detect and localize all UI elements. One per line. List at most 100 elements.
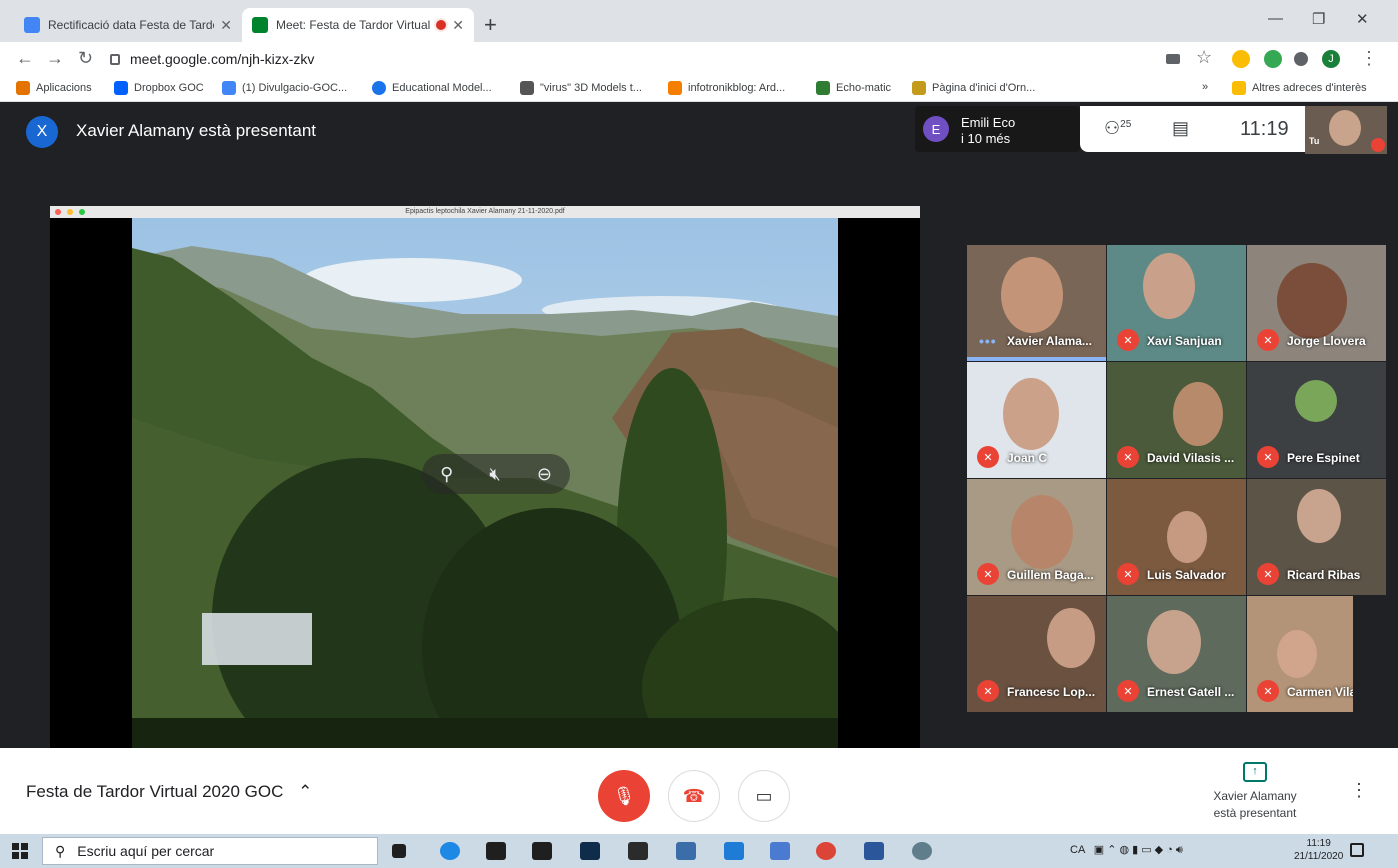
bookmark-educational[interactable]: Educational Model... [372, 81, 492, 95]
taskbar-date: 21/11/2020 [1294, 851, 1344, 862]
menu-icon[interactable]: ⋮ [1360, 48, 1378, 69]
participant-tile[interactable]: ✕ Jorge Llovera [1247, 245, 1386, 361]
restore-icon[interactable]: ❐ [1312, 10, 1325, 28]
address-bar[interactable]: meet.google.com/njh-kizx-zkv [110, 46, 1150, 72]
site-icon [816, 81, 830, 95]
word-icon[interactable] [864, 842, 884, 860]
participant-tile[interactable]: ✕ Luis Salvador [1107, 479, 1246, 595]
participant-tile[interactable]: ✕ Carmen Vilar... [1247, 596, 1353, 712]
bookmark-dropbox[interactable]: Dropbox GOC [114, 81, 204, 95]
bookmark-ornitologia[interactable]: Pàgina d'inici d'Orn... [912, 81, 1035, 95]
file-explorer-icon[interactable] [770, 842, 790, 860]
document-icon [24, 17, 40, 33]
participant-name: Luis Salvador [1147, 568, 1226, 582]
network-app-icon[interactable] [676, 842, 696, 860]
profile-avatar[interactable]: J [1322, 50, 1340, 68]
bookmark-infotronikblog[interactable]: infotronikblog: Ard... [668, 81, 785, 95]
remove-icon[interactable]: ⊖ [537, 464, 552, 485]
participant-tile[interactable]: ✕ Guillem Baga... [967, 479, 1106, 595]
search-placeholder: Escriu aquí per cercar [77, 843, 215, 859]
pdf-file-name: Epipactis leptochila Xavier Alamany 21-1… [405, 208, 565, 215]
participant-tile[interactable]: ✕ Francesc Lop... [967, 596, 1106, 712]
puzzle-icon[interactable] [1294, 52, 1308, 66]
meeting-details-button[interactable]: Festa de Tardor Virtual 2020 GOC ⌃ [26, 782, 312, 802]
participant-face [1143, 253, 1195, 319]
search-icon: ⚲ [55, 842, 66, 859]
shared-screen[interactable]: Epipactis leptochila Xavier Alamany 21-1… [50, 206, 920, 748]
pin-icon[interactable]: ⚲ [440, 464, 453, 485]
active-speaker-card[interactable]: E Emili Eco i 10 més [915, 106, 1080, 152]
url-text: meet.google.com/njh-kizx-zkv [130, 51, 315, 67]
participant-tile[interactable]: ✕ David Vilasis ... [1107, 362, 1246, 478]
windows-taskbar: ⚲ Escriu aquí per cercar CA ▣ ⌃ ◍ ▮ ▭ ◆ … [0, 834, 1398, 868]
bookmark-echomatic[interactable]: Echo-matic [816, 81, 891, 95]
bookmark-apps[interactable]: Aplicacions [16, 81, 92, 95]
bookmark-virus-models[interactable]: "virus" 3D Models t... [520, 81, 642, 95]
new-tab-button[interactable]: + [484, 12, 497, 38]
tile-overlay-toolbar: ⚲ 🔇︎ ⊖ [422, 454, 570, 494]
app-icon[interactable] [912, 842, 932, 860]
mute-icon[interactable]: 🔇︎ [489, 464, 500, 485]
participant-face [1011, 495, 1073, 569]
reload-icon[interactable]: ↻ [78, 48, 93, 69]
chat-icon[interactable]: ▤ [1172, 118, 1189, 139]
store-icon[interactable] [532, 842, 552, 860]
bookmark-other[interactable]: Altres adreces d'interès [1232, 81, 1367, 95]
participant-tile[interactable]: ✕ Joan C [967, 362, 1106, 478]
tab-meet[interactable]: Meet: Festa de Tardor Virtual ✕ [242, 8, 474, 42]
presenter-banner: Xavier Alamany està presentant [76, 121, 317, 140]
forward-icon[interactable]: → [46, 48, 64, 69]
apps-grid-icon [16, 81, 30, 95]
microphone-toggle-button[interactable]: 🎙︎ [598, 770, 650, 822]
self-view-tile[interactable]: Tu [1305, 106, 1387, 154]
hang-up-icon: ☎︎ [682, 785, 706, 806]
mic-off-icon [1371, 138, 1385, 152]
bookmarks-bar: Aplicacions Dropbox GOC (1) Divulgacio-G… [0, 76, 1398, 102]
presentation-status-button[interactable]: ↑ Xavier Alamany està presentant [1200, 762, 1310, 822]
extension-icon[interactable] [1264, 50, 1282, 68]
windows-start-icon[interactable] [12, 843, 28, 859]
participant-tile[interactable]: ✕ Pere Espinet [1247, 362, 1386, 478]
mail-icon[interactable] [486, 842, 506, 860]
tab-rectificacio[interactable]: Rectificació data Festa de Tardor ✕ [14, 8, 242, 42]
participant-face [1001, 257, 1063, 333]
more-options-icon[interactable]: ⋮ [1350, 780, 1368, 801]
bookmark-divulgacio[interactable]: (1) Divulgacio-GOC... [222, 81, 347, 95]
close-tab-icon[interactable]: ✕ [220, 17, 232, 34]
participant-name: Carmen Vilar... [1287, 685, 1353, 699]
terminal-icon[interactable] [628, 842, 648, 860]
dropbox-icon [114, 81, 128, 95]
edge-icon[interactable] [440, 842, 460, 860]
bookmarks-overflow-button[interactable]: » [1202, 81, 1208, 93]
star-icon[interactable]: ☆ [1196, 47, 1212, 68]
close-tab-icon[interactable]: ✕ [452, 17, 464, 34]
participant-tile[interactable]: ✕ Xavi Sanjuan [1107, 245, 1246, 361]
drive-icon[interactable] [1232, 50, 1250, 68]
app-icon[interactable] [724, 842, 744, 860]
lock-icon [110, 53, 120, 65]
photoshop-icon[interactable] [580, 842, 600, 860]
people-button[interactable]: ⚇25 [1104, 118, 1131, 139]
participant-grid: ••• Xavier Alama... ✕ Xavi Sanjuan ✕ Jor… [967, 245, 1387, 712]
browser-toolbar: ← → ↻ meet.google.com/njh-kizx-zkv ☆ J ⋮ [0, 42, 1398, 76]
pdf-title-bar: Epipactis leptochila Xavier Alamany 21-1… [50, 206, 920, 218]
camera-toggle-button[interactable]: ▭ [738, 770, 790, 822]
system-tray[interactable]: CA ▣ ⌃ ◍ ▮ ▭ ◆ ◔ 🔊︎ [1070, 843, 1183, 857]
close-dot-icon [55, 209, 61, 215]
camera-indicator-icon[interactable] [1166, 54, 1180, 64]
taskbar-search-box[interactable]: ⚲ Escriu aquí per cercar [42, 837, 378, 865]
chrome-icon[interactable] [816, 842, 836, 860]
task-view-icon[interactable] [392, 844, 406, 858]
participant-tile[interactable]: ✕ Ricard Ribas [1247, 479, 1386, 595]
participant-avatar [1295, 380, 1337, 422]
leave-call-button[interactable]: ☎︎ [668, 770, 720, 822]
self-label: Tu [1309, 136, 1320, 146]
taskbar-clock[interactable]: 11:19 21/11/2020 [1294, 837, 1343, 863]
participant-tile[interactable]: ✕ Ernest Gatell ... [1107, 596, 1246, 712]
notifications-icon[interactable] [1350, 843, 1364, 857]
minimize-icon[interactable]: — [1268, 10, 1283, 27]
close-window-icon[interactable]: ✕ [1356, 10, 1369, 28]
back-icon[interactable]: ← [16, 48, 34, 69]
speaker-more: i 10 més [961, 131, 1011, 146]
participant-tile[interactable]: ••• Xavier Alama... [967, 245, 1106, 361]
